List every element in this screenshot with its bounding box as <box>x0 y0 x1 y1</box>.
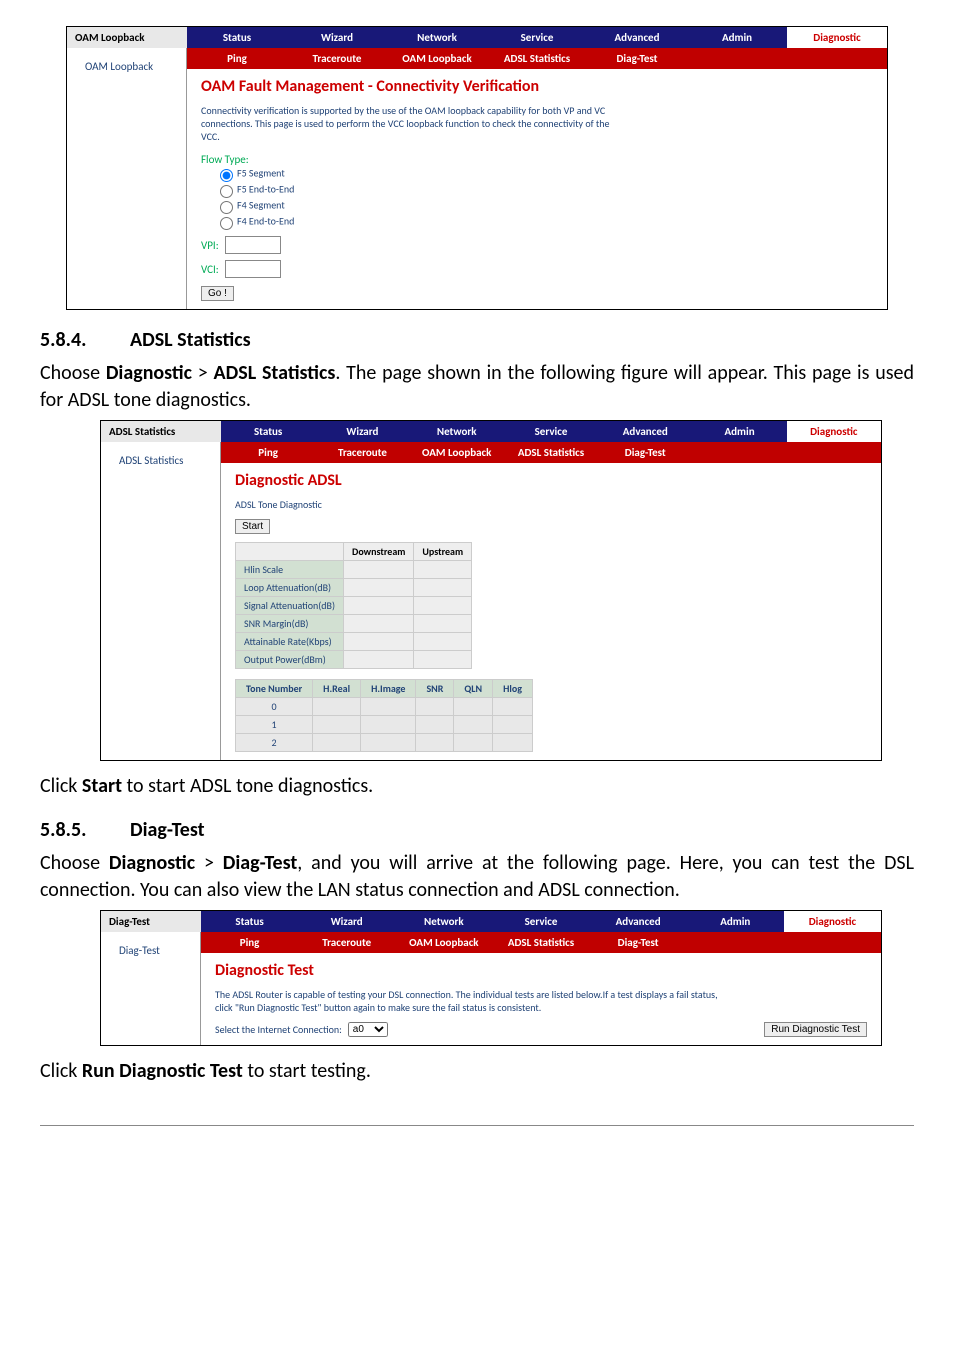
panel-hint: Connectivity verification is supported b… <box>201 104 621 143</box>
flow-type-label: Flow Type: <box>201 153 873 166</box>
tab-service[interactable]: Service <box>487 27 587 48</box>
heading-585: 5.8.5.Diag-Test <box>40 818 914 842</box>
subtab-traceroute[interactable]: Traceroute <box>287 48 387 69</box>
tab-network[interactable]: Network <box>395 911 492 932</box>
subtab-oam[interactable]: OAM Loopback <box>387 48 487 69</box>
para-584: Choose Diagnostic > ADSL Statistics. The… <box>40 360 914 414</box>
tab-advanced[interactable]: Advanced <box>587 27 687 48</box>
radio-f4-end[interactable] <box>220 217 233 230</box>
subtab-traceroute[interactable]: Traceroute <box>315 442 409 463</box>
para-584b: Click Start to start ADSL tone diagnosti… <box>40 773 914 800</box>
tab-wizard[interactable]: Wizard <box>298 911 395 932</box>
tab-diagnostic[interactable]: Diagnostic <box>787 27 887 48</box>
adsl-stats-table: DownstreamUpstream Hlin Scale Loop Atten… <box>235 542 472 669</box>
tab-diagnostic[interactable]: Diagnostic <box>784 911 881 932</box>
tab-status[interactable]: Status <box>201 911 298 932</box>
sidebar-item-adsl[interactable]: ADSL Statistics <box>111 448 210 467</box>
subtab-ping[interactable]: Ping <box>201 932 298 953</box>
select-label: Select the Internet Connection: <box>215 1023 342 1036</box>
subtab-adsl[interactable]: ADSL Statistics <box>487 48 587 69</box>
vpi-input[interactable] <box>225 236 281 254</box>
diag-test-screenshot: Diag-Test Diag-Test Status Wizard Networ… <box>100 910 882 1046</box>
tab-status[interactable]: Status <box>187 27 287 48</box>
adsl-statistics-screenshot: ADSL Statistics ADSL Statistics Status W… <box>100 420 882 761</box>
tab-admin[interactable]: Admin <box>687 911 784 932</box>
radio-f4-segment[interactable] <box>220 201 233 214</box>
run-diagnostic-button[interactable]: Run Diagnostic Test <box>764 1022 867 1037</box>
tab-network[interactable]: Network <box>387 27 487 48</box>
panel-heading: Diagnostic Test <box>215 961 867 980</box>
subtab-ping[interactable]: Ping <box>187 48 287 69</box>
subtab-diagtest[interactable]: Diag-Test <box>587 48 687 69</box>
sidebar-item-oam[interactable]: OAM Loopback <box>77 54 176 73</box>
tab-advanced[interactable]: Advanced <box>590 911 687 932</box>
radio-f5-segment[interactable] <box>220 169 233 182</box>
subtab-oam[interactable]: OAM Loopback <box>395 932 492 953</box>
subtab-oam[interactable]: OAM Loopback <box>410 442 504 463</box>
subtab-traceroute[interactable]: Traceroute <box>298 932 395 953</box>
para-585: Choose Diagnostic > Diag-Test, and you w… <box>40 850 914 904</box>
tab-wizard[interactable]: Wizard <box>315 421 409 442</box>
vci-label: VCI: <box>201 263 219 276</box>
panel-heading: OAM Fault Management - Connectivity Veri… <box>201 77 873 96</box>
footer-rule <box>40 1125 914 1126</box>
tab-admin[interactable]: Admin <box>692 421 786 442</box>
subtab-diagtest[interactable]: Diag-Test <box>598 442 692 463</box>
vpi-label: VPI: <box>201 239 219 252</box>
sidebar-title: OAM Loopback <box>67 27 187 48</box>
tab-service[interactable]: Service <box>504 421 598 442</box>
tab-service[interactable]: Service <box>492 911 589 932</box>
oam-loopback-screenshot: OAM Loopback OAM Loopback Status Wizard … <box>66 26 888 310</box>
sidebar-title: Diag-Test <box>101 911 201 932</box>
tone-table: Tone NumberH.RealH.Image SNRQLNHlog 0 1 … <box>235 679 533 752</box>
tab-advanced[interactable]: Advanced <box>598 421 692 442</box>
tab-status[interactable]: Status <box>221 421 315 442</box>
tab-network[interactable]: Network <box>410 421 504 442</box>
subtab-adsl[interactable]: ADSL Statistics <box>492 932 589 953</box>
heading-584: 5.8.4.ADSL Statistics <box>40 328 914 352</box>
connection-select[interactable]: a0 <box>348 1022 388 1037</box>
radio-f5-end[interactable] <box>220 185 233 198</box>
panel-sublabel: ADSL Tone Diagnostic <box>235 498 655 511</box>
tab-wizard[interactable]: Wizard <box>287 27 387 48</box>
subtab-ping[interactable]: Ping <box>221 442 315 463</box>
sidebar-title: ADSL Statistics <box>101 421 221 442</box>
nav-sub: Ping Traceroute OAM Loopback ADSL Statis… <box>187 48 887 69</box>
para-585b: Click Run Diagnostic Test to start testi… <box>40 1058 914 1085</box>
subtab-diagtest[interactable]: Diag-Test <box>590 932 687 953</box>
vci-input[interactable] <box>225 260 281 278</box>
panel-heading: Diagnostic ADSL <box>235 471 867 490</box>
subtab-adsl[interactable]: ADSL Statistics <box>504 442 598 463</box>
tab-diagnostic[interactable]: Diagnostic <box>787 421 881 442</box>
sidebar-item-diagtest[interactable]: Diag-Test <box>111 938 190 957</box>
start-button[interactable]: Start <box>235 519 270 534</box>
panel-hint: The ADSL Router is capable of testing yo… <box>215 988 735 1014</box>
tab-admin[interactable]: Admin <box>687 27 787 48</box>
go-button[interactable]: Go ! <box>201 286 234 301</box>
nav-top: Status Wizard Network Service Advanced A… <box>187 27 887 48</box>
